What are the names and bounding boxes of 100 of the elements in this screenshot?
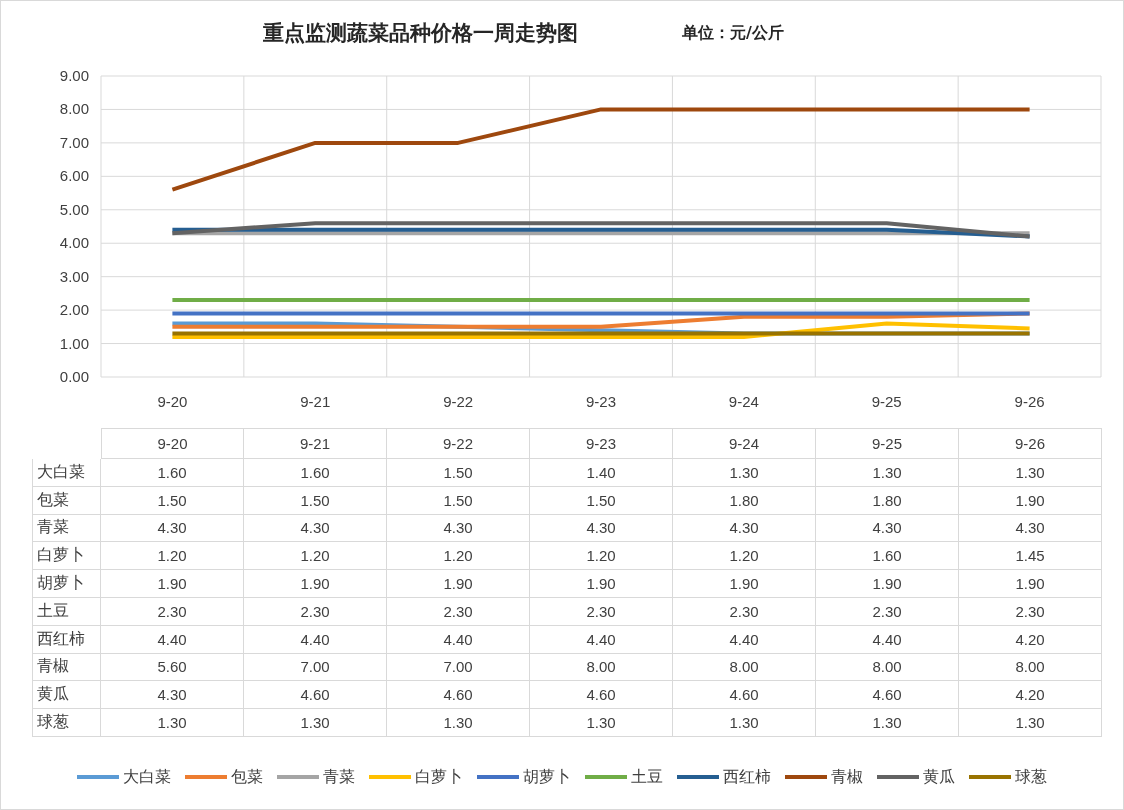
y-tick-label: 7.00 [59,133,89,151]
table-cell: 4.60 [244,681,387,710]
legend-label: 包菜 [231,766,263,788]
legend-swatch [877,775,919,780]
table-cell: 4.40 [101,625,244,654]
table-cell: 1.30 [101,709,244,737]
y-tick-label: 5.00 [59,200,89,218]
y-tick-label: 1.00 [59,334,89,352]
x-tick-label: 9-23 [586,393,616,410]
legend-swatch [185,775,227,780]
legend-swatch [585,775,627,780]
legend-swatch [77,775,119,780]
table-cell: 1.90 [959,486,1102,515]
table-cell: 4.40 [530,625,673,654]
row-label: 包菜 [32,486,101,515]
table-header: 9-25 [816,428,959,459]
table-cell: 4.30 [387,514,530,543]
table-cell: 4.30 [673,514,816,543]
x-tick-label: 9-22 [443,393,474,410]
row-label: 青椒 [32,653,101,682]
legend-label: 胡萝卜 [523,766,571,788]
table-cell: 1.20 [244,542,387,571]
table-cell: 1.90 [244,570,387,598]
table-cell: 7.00 [244,653,387,682]
x-tick-label: 9-20 [157,393,188,410]
legend-label: 青菜 [323,766,355,788]
table-header: 9-26 [959,428,1102,459]
legend-label: 球葱 [1015,766,1047,788]
table-cell: 4.30 [101,681,244,710]
table-cell: 2.30 [816,598,959,626]
table-header: 9-21 [244,428,387,459]
table-cell: 5.60 [101,653,244,682]
legend-swatch [969,775,1011,780]
table-cell: 1.30 [816,459,959,487]
table-cell: 1.90 [959,570,1102,598]
table-cell: 7.00 [387,653,530,682]
x-tick-label: 9-26 [1014,393,1045,410]
legend-label: 白萝卜 [415,766,463,788]
table-cell: 1.60 [244,459,387,487]
y-tick-label: 0.00 [59,368,89,385]
table-cell: 1.50 [387,486,530,515]
row-label: 土豆 [32,598,101,626]
table-cell: 4.30 [959,514,1102,543]
table-cell: 1.40 [530,459,673,487]
row-label: 青菜 [32,514,101,543]
y-tick-label: 4.00 [59,234,89,252]
table-cell: 1.60 [816,542,959,571]
y-tick-label: 6.00 [59,167,89,185]
legend-swatch [369,775,411,780]
legend-label: 土豆 [631,766,663,788]
table-cell: 4.30 [816,514,959,543]
table-cell: 1.20 [673,542,816,571]
table-header: 9-23 [530,428,673,459]
y-tick-label: 9.00 [59,67,89,84]
table-cell: 2.30 [387,598,530,626]
table-cell: 1.90 [530,570,673,598]
table-cell: 1.90 [101,570,244,598]
y-tick-label: 3.00 [59,267,89,285]
table-cell: 1.20 [387,542,530,571]
table-header: 9-22 [387,428,530,459]
legend-swatch [677,775,719,780]
row-label: 黄瓜 [32,681,101,710]
table-cell: 1.50 [244,486,387,515]
table-cell: 1.45 [959,542,1102,571]
table-cell: 1.20 [101,542,244,571]
table-cell: 2.30 [244,598,387,626]
table-cell: 8.00 [816,653,959,682]
table-cell: 1.90 [816,570,959,598]
x-tick-label: 9-21 [300,393,331,410]
table-cell: 1.50 [101,486,244,515]
table-cell: 4.60 [387,681,530,710]
y-tick-label: 2.00 [59,301,89,319]
row-label: 球葱 [32,709,101,737]
legend-swatch [477,775,519,780]
table-cell: 8.00 [959,653,1102,682]
legend-label: 黄瓜 [923,766,955,788]
legend-label: 青椒 [831,766,863,788]
table-cell: 1.30 [673,459,816,487]
table-cell: 2.30 [101,598,244,626]
table-cell: 1.20 [530,542,673,571]
table-cell: 8.00 [673,653,816,682]
table-cell: 1.30 [530,709,673,737]
table-cell: 1.50 [387,459,530,487]
chart-title: 重点监测蔬菜品种价格一周走势图 [263,20,578,47]
table-cell: 4.30 [101,514,244,543]
unit-label: 单位：元/公斤 [682,22,784,44]
table-cell: 4.40 [673,625,816,654]
table-cell: 4.60 [816,681,959,710]
row-label: 西红柿 [32,625,101,654]
table-cell: 1.60 [101,459,244,487]
table-header: 9-20 [101,428,244,459]
table-cell: 1.50 [530,486,673,515]
table-cell: 1.30 [959,459,1102,487]
table-cell: 1.90 [387,570,530,598]
x-tick-label: 9-25 [871,393,902,410]
table-cell: 4.40 [387,625,530,654]
table-cell: 8.00 [530,653,673,682]
row-label: 大白菜 [32,459,101,487]
table-cell: 2.30 [673,598,816,626]
x-tick-label: 9-24 [728,393,759,410]
